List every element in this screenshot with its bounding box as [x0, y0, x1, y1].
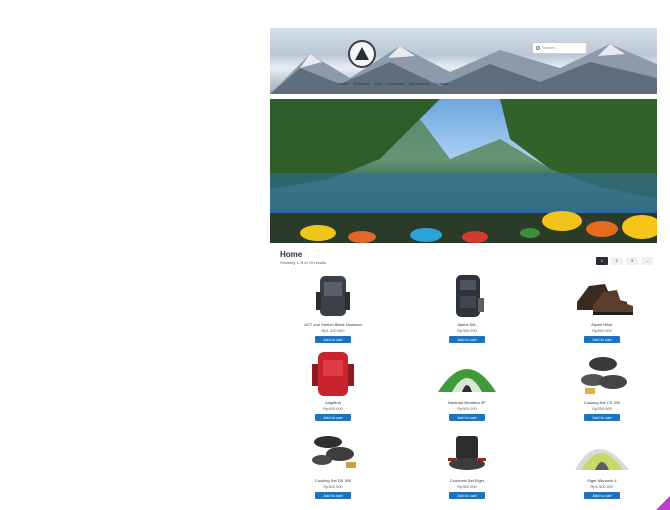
result-count: Showing 1–9 of 19 results — [280, 260, 327, 265]
site-logo[interactable] — [348, 40, 376, 68]
tent-logo-icon — [355, 47, 369, 60]
product-price: Rp250.000 — [592, 406, 612, 411]
main-nav: Home Products Cart Checkout My Account C… — [338, 81, 448, 86]
nav-item-checkout[interactable]: Checkout — [387, 81, 404, 86]
green-tent-image[interactable] — [432, 350, 502, 398]
search-placeholder: Search... — [542, 45, 559, 50]
product-name[interactable]: Alpine 50L — [412, 322, 522, 327]
add-to-cart-button[interactable]: Add to cart — [584, 492, 620, 499]
add-to-cart-button[interactable]: Add to cart — [315, 414, 351, 421]
mountain-banner-image — [270, 44, 657, 94]
nav-item-products[interactable]: Products — [354, 81, 370, 86]
search-icon — [536, 45, 540, 50]
page-2-link[interactable]: 2 — [611, 257, 623, 265]
product-price: Rp350.000 — [457, 484, 477, 489]
pagination: 1 2 3 → — [596, 257, 653, 265]
backpack-image[interactable] — [432, 272, 502, 320]
dome-tent-image[interactable] — [567, 428, 637, 476]
page-1-link[interactable]: 1 — [596, 257, 608, 265]
product-name[interactable]: Eiger Monarch 4 — [547, 478, 657, 483]
cookware-image[interactable] — [432, 428, 502, 476]
product-name[interactable]: Angelina — [278, 400, 388, 405]
add-to-cart-button[interactable]: Add to cart — [449, 336, 485, 343]
hero-lake-image — [270, 99, 657, 243]
product-card: ACT one Stretch Black Diamond Rp1.200.00… — [278, 272, 388, 343]
red-backpack-image[interactable] — [298, 350, 368, 398]
product-price: Rp950.000 — [457, 328, 477, 333]
product-card: Cooking Set CS 200 Rp250.000 Add to cart — [547, 350, 657, 421]
product-name[interactable]: Bantuan Monitera 4P — [412, 400, 522, 405]
product-name[interactable]: Cooking Set DS 300 — [278, 478, 388, 483]
page-title: Home — [280, 250, 303, 259]
product-name[interactable]: ACT one Stretch Black Diamond — [278, 322, 388, 327]
nav-item-home[interactable]: Home — [338, 81, 349, 86]
cooking-set-image[interactable] — [298, 428, 368, 476]
add-to-cart-button[interactable]: Add to cart — [449, 414, 485, 421]
product-card: Alpine Hiker Rp850.000 Add to cart — [547, 272, 657, 343]
add-to-cart-button[interactable]: Add to cart — [584, 414, 620, 421]
product-card: Angelina Rp450.000 Add to cart — [278, 350, 388, 421]
nav-item-contact[interactable]: Contact — [435, 81, 449, 86]
product-card: Eiger Monarch 4 Rp1.500.000 Add to cart — [547, 428, 657, 499]
add-to-cart-button[interactable]: Add to cart — [449, 492, 485, 499]
add-to-cart-button[interactable]: Add to cart — [315, 336, 351, 343]
product-price: Rp850.000 — [592, 328, 612, 333]
add-to-cart-button[interactable]: Add to cart — [315, 492, 351, 499]
product-card: Cooking Set DS 300 Rp300.000 Add to cart — [278, 428, 388, 499]
cooking-set-image[interactable] — [567, 350, 637, 398]
hiking-boots-image[interactable] — [567, 272, 637, 320]
add-to-cart-button[interactable]: Add to cart — [584, 336, 620, 343]
product-price: Rp900.000 — [457, 406, 477, 411]
site-header: Search... Home Products Cart Checkout My… — [270, 28, 657, 94]
product-card: Bantuan Monitera 4P Rp900.000 Add to car… — [412, 350, 522, 421]
product-price: Rp300.000 — [323, 484, 343, 489]
product-price: Rp1.500.000 — [590, 484, 614, 489]
corner-accent — [656, 496, 670, 510]
product-price: Rp1.200.000 — [321, 328, 345, 333]
backpack-image[interactable] — [298, 272, 368, 320]
product-card: Alpine 50L Rp950.000 Add to cart — [412, 272, 522, 343]
product-card: Cooknest Set Eiger Rp350.000 Add to cart — [412, 428, 522, 499]
product-name[interactable]: Cooking Set CS 200 — [547, 400, 657, 405]
page-3-link[interactable]: 3 — [626, 257, 638, 265]
next-page-link[interactable]: → — [641, 257, 653, 265]
product-name[interactable]: Cooknest Set Eiger — [412, 478, 522, 483]
nav-item-my-account[interactable]: My Account — [409, 81, 430, 86]
search-input[interactable]: Search... — [532, 42, 587, 54]
nav-item-cart[interactable]: Cart — [374, 81, 382, 86]
product-price: Rp450.000 — [323, 406, 343, 411]
product-name[interactable]: Alpine Hiker — [547, 322, 657, 327]
